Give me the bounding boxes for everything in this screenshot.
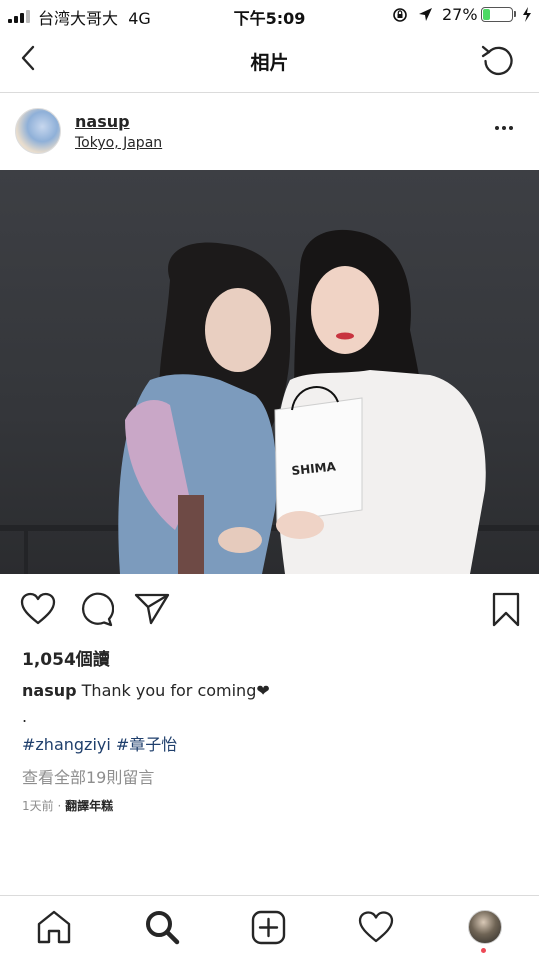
search-icon[interactable] [144, 909, 180, 945]
view-count[interactable]: 1,054個讀 [22, 645, 110, 670]
view-all-comments-link[interactable]: 查看全部19則留言 [22, 764, 154, 788]
caption-dot: . [22, 707, 28, 726]
caption-username[interactable]: nasup [22, 681, 77, 700]
share-paper-plane-icon[interactable] [134, 592, 170, 626]
caption-text: Thank you for coming❤ [81, 681, 270, 700]
translate-link[interactable]: 翻譯年糕 [65, 799, 113, 813]
photo-illustration: SHIMA [0, 229, 539, 574]
refresh-icon[interactable] [480, 43, 516, 79]
orientation-lock-icon [393, 8, 407, 22]
notification-dot [481, 948, 486, 953]
location-arrow-icon [419, 8, 432, 21]
home-icon[interactable] [36, 910, 72, 944]
post-meta: 1天前 · 翻譯年糕 [22, 797, 113, 814]
caption-hashtags[interactable]: #zhangziyi #章子怡 [22, 731, 177, 755]
battery-icon [481, 7, 513, 22]
battery-percent: 27% [442, 5, 478, 24]
post-photo[interactable]: SHIMA [0, 170, 539, 574]
post-location[interactable]: Tokyo, Japan [75, 135, 162, 151]
post-caption: nasup Thank you for coming❤ [22, 681, 270, 700]
post-time: 1天前 [22, 799, 54, 813]
page-title: 相片 [250, 52, 289, 74]
activity-heart-icon[interactable] [358, 911, 394, 943]
save-bookmark-icon[interactable] [491, 592, 521, 628]
add-post-icon[interactable] [251, 910, 286, 945]
author-username[interactable]: nasup [75, 112, 130, 131]
battery-tip [514, 11, 516, 17]
author-avatar[interactable] [15, 108, 61, 154]
profile-avatar[interactable] [468, 910, 502, 944]
like-heart-icon[interactable] [20, 592, 56, 626]
status-bar: 台湾大哥大 4G 下午5:09 27% [0, 0, 539, 30]
charging-bolt-icon [523, 7, 531, 22]
battery-fill [483, 9, 490, 20]
comment-bubble-icon[interactable] [78, 592, 114, 628]
more-options-icon[interactable] [495, 126, 513, 130]
meta-separator: · [57, 799, 62, 813]
